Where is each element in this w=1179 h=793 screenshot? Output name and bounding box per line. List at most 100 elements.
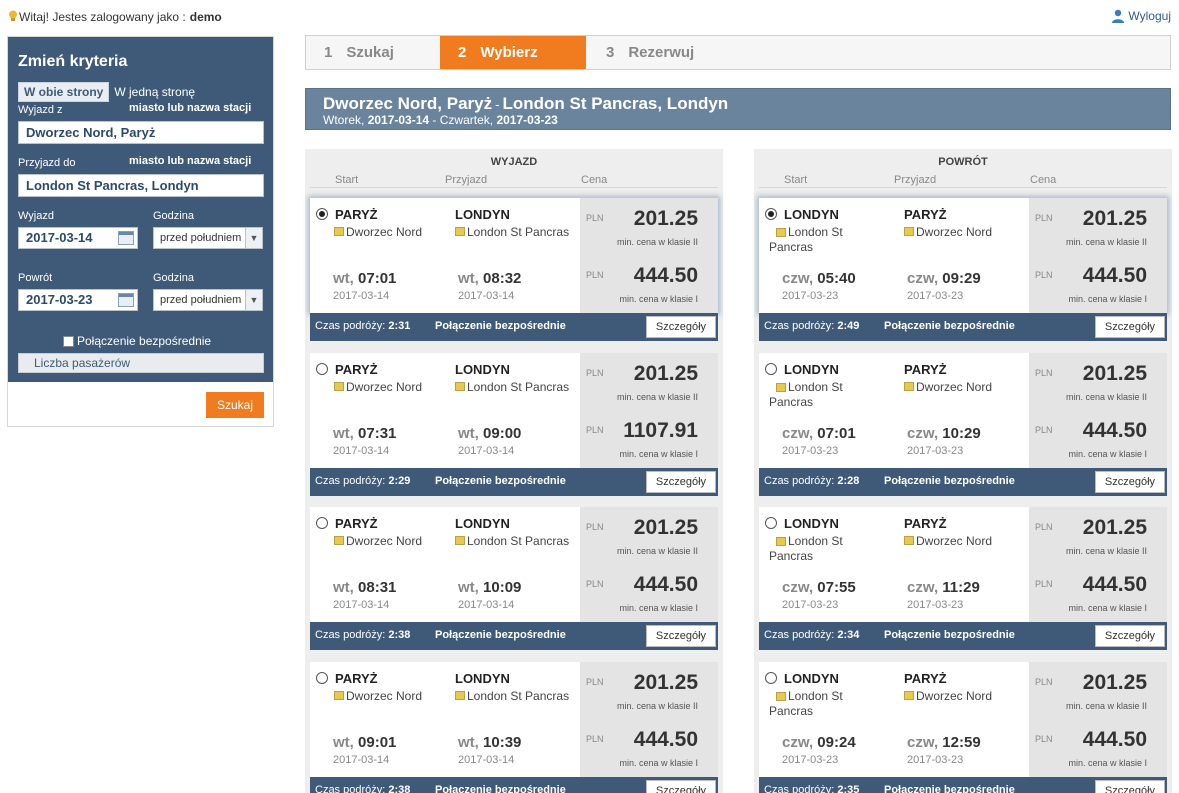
trip-info-bar: Czas podróży: 2:38 Połączenie bezpośredni… xyxy=(310,622,718,650)
price-class-1: 444.50 xyxy=(1082,573,1147,596)
travel-time-value: 2:31 xyxy=(388,320,411,332)
search-button[interactable]: Szukaj xyxy=(206,392,264,418)
price-box[interactable]: PLN 201.25 min. cena w klasie II PLN 444.50 m… xyxy=(580,198,718,313)
depart-date-input[interactable]: 2017-03-14 xyxy=(18,227,138,249)
trip-card[interactable]: PARYŻ LONDYN Dworzec Nord London St Pancras… xyxy=(310,352,718,468)
travel-time: Czas podróży: 2:29 xyxy=(315,475,410,487)
return-time-label: Godzina xyxy=(153,272,194,284)
criteria-panel: Zmień kryteria W obie strony W jedną str… xyxy=(8,37,273,382)
travel-time-label: Czas podróży: xyxy=(764,320,835,332)
calendar-icon[interactable] xyxy=(118,231,134,245)
price-class-2-note: min. cena w klasie II xyxy=(616,546,698,556)
arrival-date: 2017-03-23 xyxy=(907,444,964,457)
trip-radio[interactable] xyxy=(765,362,777,375)
trip-card[interactable]: LONDYN PARYŻ London St Pancras Dworzec Nord c… xyxy=(759,507,1167,622)
step-book[interactable]: 3 Rezerwuj xyxy=(586,36,720,69)
arrival-date: 2017-03-23 xyxy=(907,290,964,302)
depart-time-value: przed południem xyxy=(160,232,242,244)
return-date-input[interactable]: 2017-03-23 xyxy=(18,289,138,311)
step-search[interactable]: 1 Szukaj xyxy=(306,36,440,69)
price-class-1-note: min. cena w klasie I xyxy=(619,448,698,459)
price-box[interactable]: PLN 201.25 min. cena w klasie II PLN 444.50 m… xyxy=(1029,507,1167,622)
departure-clock: 07:31 xyxy=(358,424,397,442)
inbound-header: POWRÓT Start Przyjazd Cena xyxy=(754,149,1172,189)
step-choose[interactable]: 2 Wybierz xyxy=(440,36,586,69)
currency-label: PLN xyxy=(1035,733,1053,744)
from-city: PARYŻ xyxy=(335,207,378,222)
to-city: LONDYN xyxy=(455,207,510,222)
direct-connection-option[interactable]: Połączenie bezpośrednie xyxy=(63,334,211,348)
departure-time: czw, 07:55 xyxy=(782,579,856,596)
to-city: PARYŻ xyxy=(904,361,947,377)
return-time-select[interactable]: przed południem ▼ xyxy=(153,289,263,311)
details-button[interactable]: Szczegóły xyxy=(646,470,716,493)
details-button[interactable]: Szczegóły xyxy=(646,779,716,793)
trip-radio[interactable] xyxy=(316,362,328,375)
travel-time: Czas podróży: 2:31 xyxy=(315,320,410,332)
departure-weekday: wt, xyxy=(333,424,354,442)
to-station-input[interactable]: London St Pancras, Londyn xyxy=(18,174,264,197)
price-box[interactable]: PLN 201.25 min. cena w klasie II PLN 1107.91… xyxy=(580,352,718,468)
price-box[interactable]: PLN 201.25 min. cena w klasie II PLN 444.50 m… xyxy=(1029,352,1167,468)
logout-link[interactable]: Wyloguj xyxy=(1111,9,1171,23)
depart-date-value: 2017-03-14 xyxy=(26,230,93,245)
round-trip-button[interactable]: W obie strony xyxy=(18,82,110,102)
start-header: Start xyxy=(784,174,808,186)
one-way-link[interactable]: W jedną stronę xyxy=(114,85,195,99)
details-button[interactable]: Szczegóły xyxy=(646,316,716,338)
departure-date: 2017-03-14 xyxy=(333,599,390,611)
arrival-date: 2017-03-23 xyxy=(907,753,964,766)
trip-radio[interactable] xyxy=(765,517,777,529)
trip-info-bar: Czas podróży: 2:29 Połączenie bezpośredni… xyxy=(310,467,718,496)
passengers-toggle[interactable]: Liczba pasażerów xyxy=(18,353,264,373)
price-box[interactable]: PLN 201.25 min. cena w klasie II PLN 444.50 m… xyxy=(1029,198,1167,313)
from-station: Dworzec Nord xyxy=(334,380,422,395)
details-button[interactable]: Szczegóły xyxy=(1095,470,1165,493)
trip-card[interactable]: LONDYN PARYŻ London St Pancras Dworzec Nord c… xyxy=(759,352,1167,468)
travel-time: Czas podróży: 2:38 xyxy=(315,629,410,641)
trip-radio[interactable] xyxy=(765,671,777,684)
inbound-title: POWRÓT xyxy=(938,156,988,168)
trip-card[interactable]: PARYŻ LONDYN Dworzec Nord London St Pancras… xyxy=(310,507,718,622)
price-header: Cena xyxy=(1030,174,1057,186)
from-station-line2: Pancras xyxy=(769,549,814,563)
to-city: LONDYN xyxy=(455,670,510,686)
departure-weekday: czw, xyxy=(782,579,814,596)
trip-card[interactable]: LONDYN PARYŻ London St Pancras Dworzec Nord c… xyxy=(759,198,1167,313)
from-station-name: Dworzec Nord xyxy=(346,379,423,394)
departure-weekday: czw, xyxy=(782,424,814,442)
arrival-time: wt, 09:00 xyxy=(458,425,521,442)
details-button[interactable]: Szczegóły xyxy=(646,625,716,647)
trip-card[interactable]: PARYŻ LONDYN Dworzec Nord London St Pancras… xyxy=(310,198,718,313)
price-class-1: 444.50 xyxy=(633,264,698,287)
top-bar: Witaj! Jestes zalogowany jako : demo Wylo… xyxy=(0,0,1179,34)
arrive-header: Przyjazd xyxy=(894,174,937,186)
departure-weekday: wt, xyxy=(333,733,354,751)
arrive-header: Przyjazd xyxy=(445,174,488,186)
details-button[interactable]: Szczegóły xyxy=(1095,316,1165,338)
station-icon xyxy=(904,536,914,545)
price-box[interactable]: PLN 201.25 min. cena w klasie II PLN 444.50 m… xyxy=(580,507,718,622)
price-class-1: 444.50 xyxy=(1082,264,1147,287)
trip-card[interactable]: LONDYN PARYŻ London St Pancras Dworzec Nord c… xyxy=(759,661,1167,777)
from-station-input[interactable]: Dworzec Nord, Paryż xyxy=(18,121,264,144)
step-number: 3 xyxy=(606,44,615,61)
details-button[interactable]: Szczegóły xyxy=(1095,625,1165,647)
price-box[interactable]: PLN 201.25 min. cena w klasie II PLN 444.50 m… xyxy=(580,661,718,777)
departure-clock: 07:55 xyxy=(817,579,856,596)
trip-radio[interactable] xyxy=(316,517,328,529)
trip-card[interactable]: PARYŻ LONDYN Dworzec Nord London St Pancras… xyxy=(310,661,718,777)
trip-radio[interactable] xyxy=(316,671,328,684)
trip-radio[interactable] xyxy=(765,208,777,220)
price-box[interactable]: PLN 201.25 min. cena w klasie II PLN 444.50 m… xyxy=(1029,661,1167,777)
direct-connection-checkbox[interactable] xyxy=(63,335,74,347)
trip-info-bar: Czas podróży: 2:49 Połączenie bezpośredni… xyxy=(759,313,1167,341)
calendar-icon[interactable] xyxy=(118,293,134,307)
departure-time: wt, 07:31 xyxy=(333,425,396,442)
trip-radio[interactable] xyxy=(316,208,328,220)
depart-time-select[interactable]: przed południem ▼ xyxy=(153,227,263,249)
from-station: Dworzec Nord xyxy=(334,225,422,240)
details-button[interactable]: Szczegóły xyxy=(1095,779,1165,793)
price-class-2-note: min. cena w klasie II xyxy=(616,700,698,711)
trip-type-toggle: W obie strony W jedną stronę xyxy=(18,82,195,102)
